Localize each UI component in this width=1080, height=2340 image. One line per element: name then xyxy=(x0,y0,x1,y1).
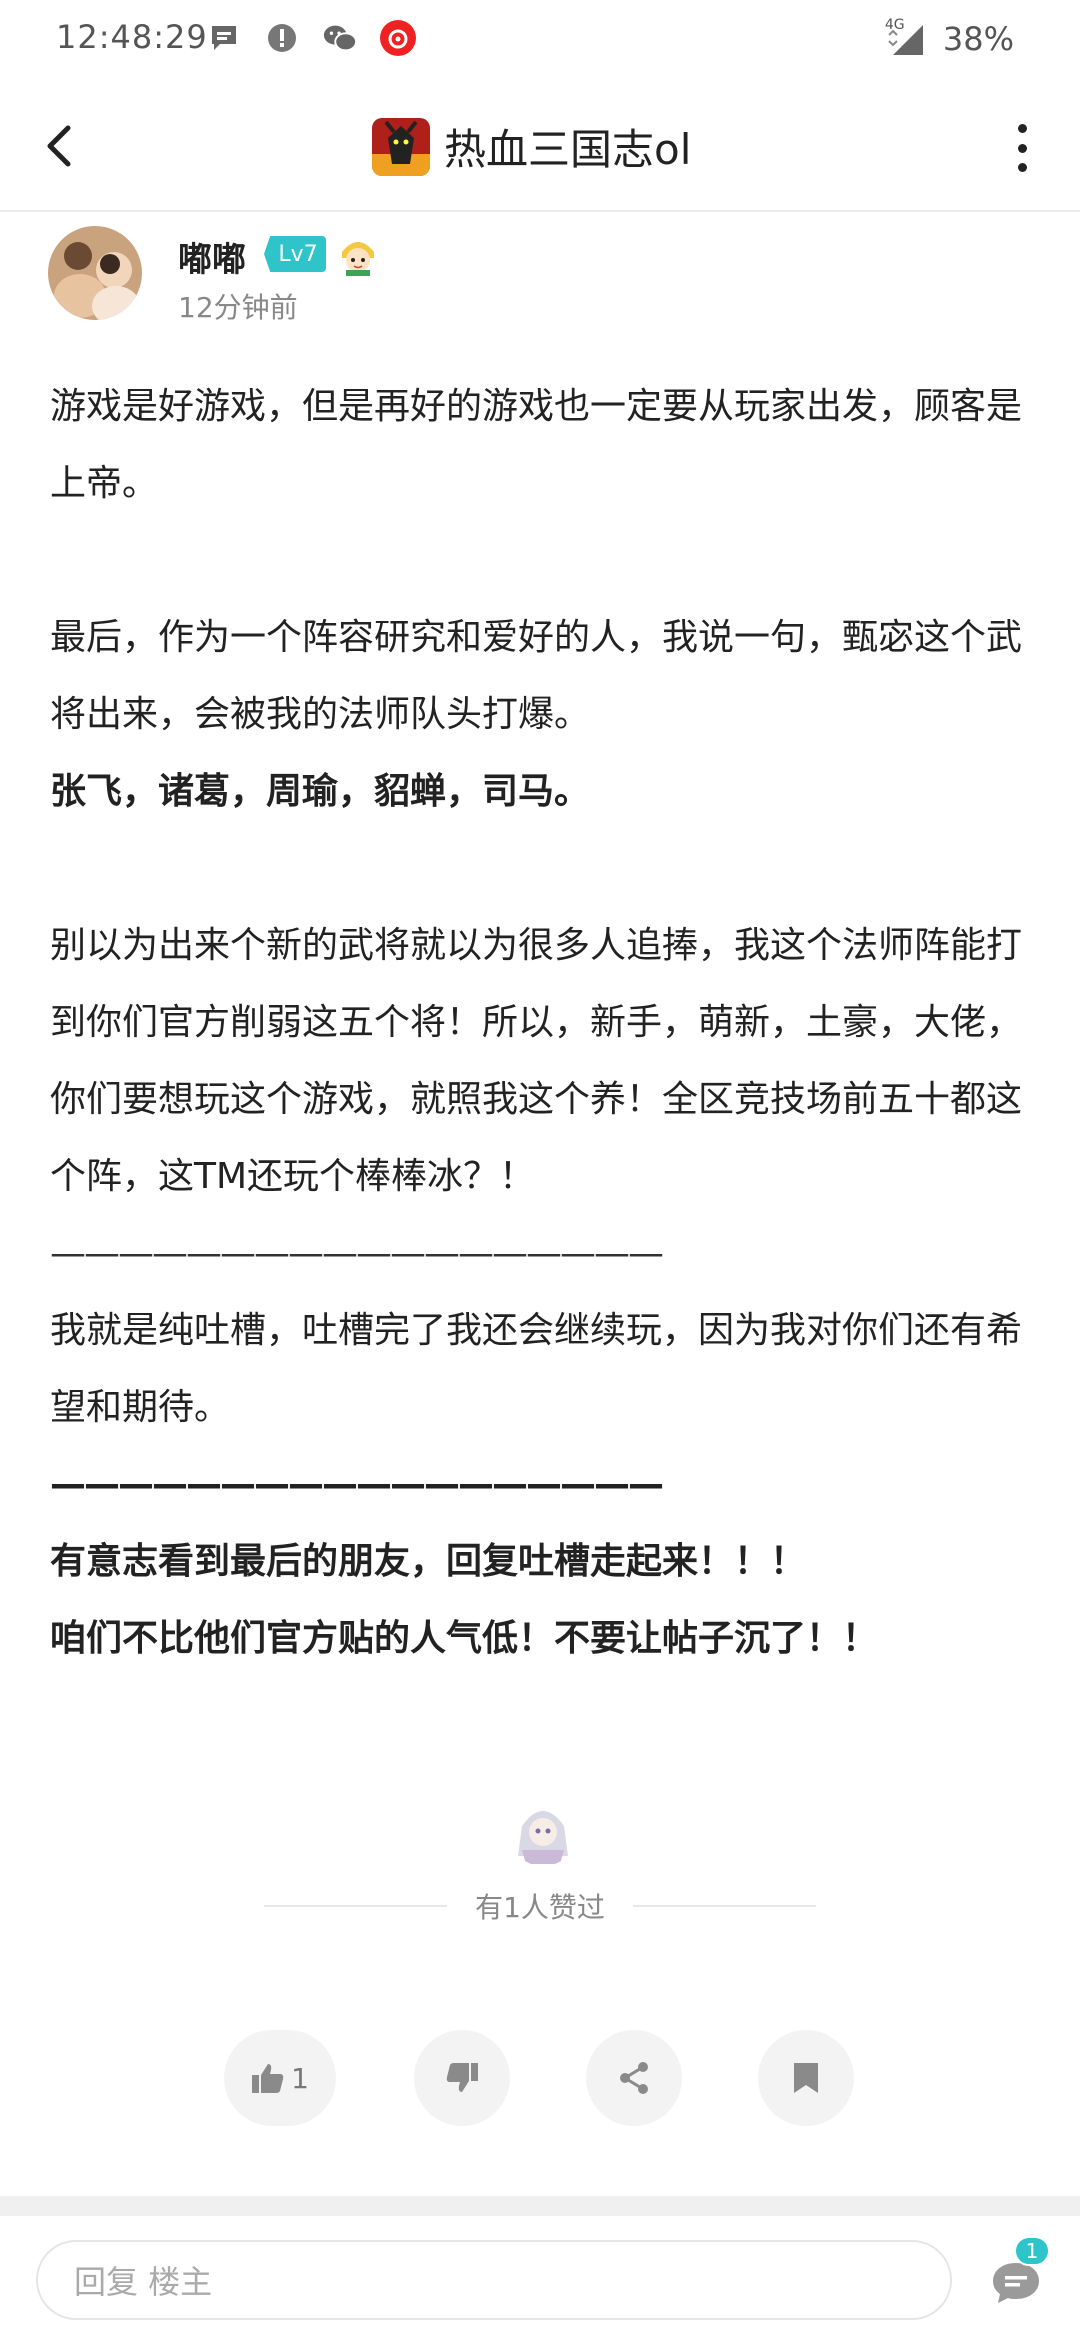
reply-bar: 回复 楼主 1 xyxy=(0,2216,1080,2340)
wechat-icon xyxy=(322,20,358,56)
likes-summary[interactable]: 有1人赞过 xyxy=(264,1886,817,1926)
like-button[interactable]: 1 xyxy=(224,2030,336,2126)
status-time: 12:48:29 xyxy=(56,18,208,56)
more-dot-icon xyxy=(1017,124,1027,133)
page-title: 热血三国志ol xyxy=(444,125,692,174)
dislike-button[interactable] xyxy=(414,2030,510,2126)
more-options-button[interactable] xyxy=(1004,120,1040,176)
share-button[interactable] xyxy=(586,2030,682,2126)
signal-icon: 4G xyxy=(885,17,927,57)
character-medal-icon xyxy=(336,232,380,276)
author-avatar[interactable] xyxy=(48,226,142,320)
post-paragraph: 游戏是好游戏，但是再好的游戏也一定要从玩家出发，顾客是上帝。 xyxy=(50,386,1023,504)
chevron-left-icon xyxy=(47,125,71,167)
post-separator-bold: —————————————————— xyxy=(50,1464,664,1505)
more-dot-icon xyxy=(1017,143,1027,153)
post-author: 嘟嘟 Lv7 12分钟前 xyxy=(48,226,1032,326)
section-divider xyxy=(0,2196,1080,2216)
status-bar: 12:48:29 4G 38% xyxy=(0,0,1080,80)
alert-icon xyxy=(264,20,300,56)
bookmark-button[interactable] xyxy=(758,2030,854,2126)
post-paragraph: 别以为出来个新的武将就以为很多人追捧，我这个法师阵能打到你们官方削弱这五个将！所… xyxy=(50,925,1023,1197)
post-paragraph-bold: 咱们不比他们官方贴的人气低！不要让帖子沉了！！ xyxy=(50,1618,879,1659)
more-dot-icon xyxy=(1017,163,1027,172)
netease-music-icon xyxy=(380,20,416,56)
level-badge: Lv7 xyxy=(264,236,326,272)
bookmark-icon xyxy=(794,2063,818,2093)
thumbs-up-icon xyxy=(252,2064,284,2093)
share-icon xyxy=(620,2062,648,2094)
notification-icons xyxy=(206,20,416,56)
app-header: 热血三国志ol xyxy=(0,80,1080,212)
thumbs-down-icon xyxy=(446,2063,478,2092)
author-name[interactable]: 嘟嘟 xyxy=(178,232,246,281)
header-title-wrap[interactable]: 热血三国志ol xyxy=(372,116,691,177)
post-actions: 1 xyxy=(0,2030,1080,2130)
likes-summary-text: 有1人赞过 xyxy=(475,1891,605,1924)
comments-button[interactable] xyxy=(990,2260,1042,2306)
status-right: 4G 38% xyxy=(885,17,1014,58)
post-paragraph-bold: 有意志看到最后的朋友，回复吐槽走起来！！！ xyxy=(50,1541,807,1582)
game-icon xyxy=(372,117,430,176)
comment-icon xyxy=(993,2263,1039,2303)
like-count: 1 xyxy=(291,2061,309,2095)
message-icon xyxy=(206,20,242,56)
post-paragraph: 我就是纯吐槽，吐槽完了我还会继续玩，因为我对你们还有希望和期待。 xyxy=(50,1310,1023,1428)
post-time: 12分钟前 xyxy=(178,291,298,324)
post-separator: —————————————————— xyxy=(50,1233,664,1274)
comment-count-badge: 1 xyxy=(1014,2236,1050,2266)
liker-avatar[interactable] xyxy=(508,1796,578,1866)
back-button[interactable] xyxy=(30,116,90,176)
post-paragraph: 最后，作为一个阵容研究和爱好的人，我说一句，甄宓这个武将出来，会被我的法师队头打… xyxy=(50,617,1023,735)
divider-line xyxy=(632,1905,817,1907)
post-paragraph-bold: 张飞，诸葛，周瑜，貂蝉，司马。 xyxy=(50,771,591,812)
battery-text: 38% xyxy=(942,20,1014,58)
divider-line xyxy=(264,1905,448,1907)
reply-input[interactable]: 回复 楼主 xyxy=(36,2240,952,2320)
post-body: 游戏是好游戏，但是再好的游戏也一定要从玩家出发，顾客是上帝。 最后，作为一个阵容… xyxy=(50,368,1040,1677)
